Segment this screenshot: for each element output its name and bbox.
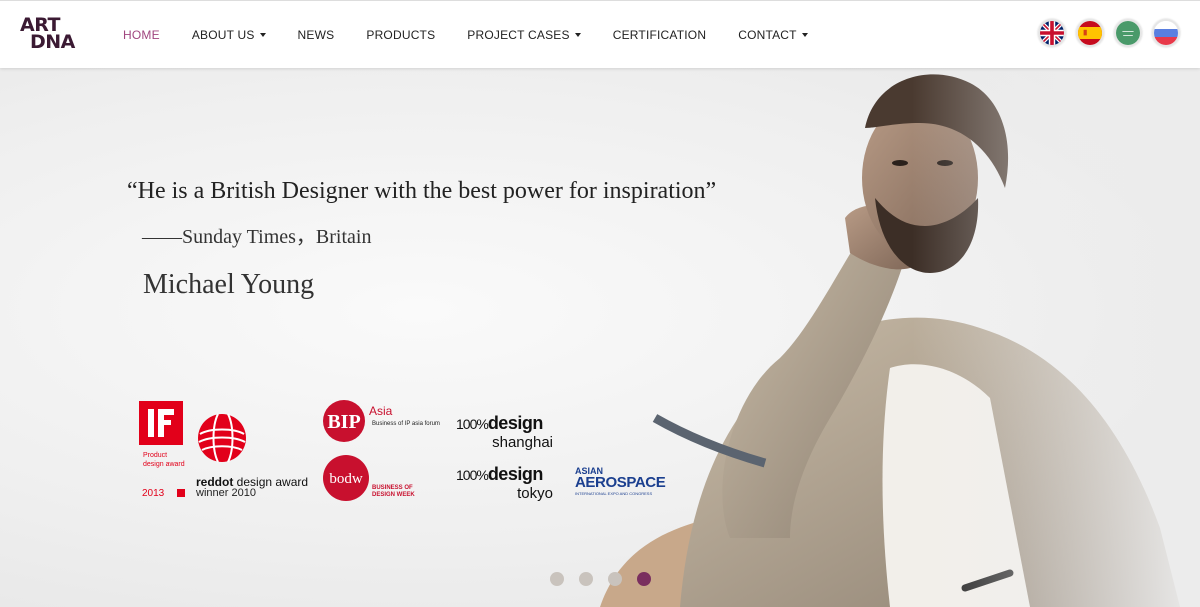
bodw-logo: bodw [322, 454, 370, 507]
nav-item-about-us[interactable]: ABOUT US [176, 28, 282, 42]
asian-aerospace-logo: ASIAN AEROSPACE INTERNATIONAL EXPO AND C… [575, 466, 666, 496]
carousel-dot[interactable] [579, 572, 593, 586]
bip-caption: Business of IP asia forum [372, 421, 440, 427]
saudi-flag-icon[interactable] [1114, 19, 1142, 47]
nav-item-label: HOME [123, 28, 160, 42]
if-award-logo [139, 401, 183, 445]
aerospace-sub: INTERNATIONAL EXPO AND CONGRESS [575, 491, 653, 496]
if-caption-line1: Product [143, 452, 168, 459]
nav-item-label: PROJECT CASES [467, 28, 570, 42]
aerospace-main: AEROSPACE [575, 474, 666, 491]
carousel-dot[interactable] [608, 572, 622, 586]
nav-item-label: CERTIFICATION [612, 28, 707, 42]
uk-flag-icon[interactable] [1038, 19, 1066, 47]
bodw-caption-line2: DESIGN WEEK [372, 492, 415, 498]
bip-logo-text: BIP [327, 411, 360, 433]
if-square-icon [177, 489, 185, 497]
nav-item-label: PRODUCTS [366, 28, 436, 42]
bodw-logo-text: bodw [329, 471, 363, 487]
designer-name: Michael Young [143, 269, 315, 300]
carousel-dot[interactable] [550, 572, 564, 586]
design-shanghai-city: shanghai [492, 434, 553, 451]
design-tokyo-prefix: 100% [456, 467, 489, 483]
main-nav: HOME ABOUT US NEWS PRODUCTS PROJECT CASES CER… [107, 1, 824, 69]
language-switcher [1038, 19, 1180, 47]
caret-down-icon [574, 33, 581, 37]
reddot-award-subtitle: winner 2010 [196, 487, 256, 499]
nav-item-products[interactable]: PRODUCTS [350, 28, 451, 42]
design-tokyo-city: tokyo [517, 485, 553, 502]
design-shanghai-logo: 100%design [456, 413, 543, 434]
if-caption-line2: design award [143, 461, 185, 468]
nav-item-label: CONTACT [738, 28, 797, 42]
nav-item-label: NEWS [297, 28, 335, 42]
if-award-caption: Product design award [143, 451, 203, 469]
if-award-year: 2013 [142, 488, 165, 499]
carousel-dot[interactable] [637, 572, 651, 586]
bodw-caption: BUSINESS OF DESIGN WEEK [372, 485, 415, 499]
artdna-logo[interactable]: ART DNA [20, 16, 84, 55]
bodw-caption-line1: BUSINESS OF [372, 485, 413, 491]
design-tokyo-word: design [487, 464, 544, 484]
nav-item-label: ABOUT US [191, 28, 255, 42]
nav-item-certification[interactable]: CERTIFICATION [597, 28, 723, 42]
nav-item-contact[interactable]: CONTACT [722, 28, 824, 42]
bip-suffix: Asia [369, 404, 393, 418]
russia-flag-icon[interactable] [1152, 19, 1180, 47]
caret-down-icon [801, 33, 808, 37]
caret-down-icon [259, 33, 266, 37]
logo-line-2: DNA [30, 31, 75, 53]
spain-flag-icon[interactable] [1076, 19, 1104, 47]
reddot-icon [196, 412, 248, 469]
nav-item-home[interactable]: HOME [107, 28, 176, 42]
quote-source: ——Sunday Times，Britain [142, 226, 372, 248]
design-shanghai-prefix: 100% [456, 416, 489, 432]
design-shanghai-word: design [487, 413, 544, 433]
nav-item-news[interactable]: NEWS [282, 28, 351, 42]
hero-slider: “He is a British Designer with the best … [0, 68, 1200, 607]
designer-portrait [560, 68, 1200, 607]
site-header: ART DNA HOME ABOUT US NEWS PRODUCTS PROJECT … [0, 0, 1200, 68]
carousel-dots [550, 572, 651, 586]
hero-quote: “He is a British Designer with the best … [127, 178, 717, 204]
design-tokyo-logo: 100%design [456, 464, 543, 485]
nav-item-project-cases[interactable]: PROJECT CASES [451, 28, 596, 42]
